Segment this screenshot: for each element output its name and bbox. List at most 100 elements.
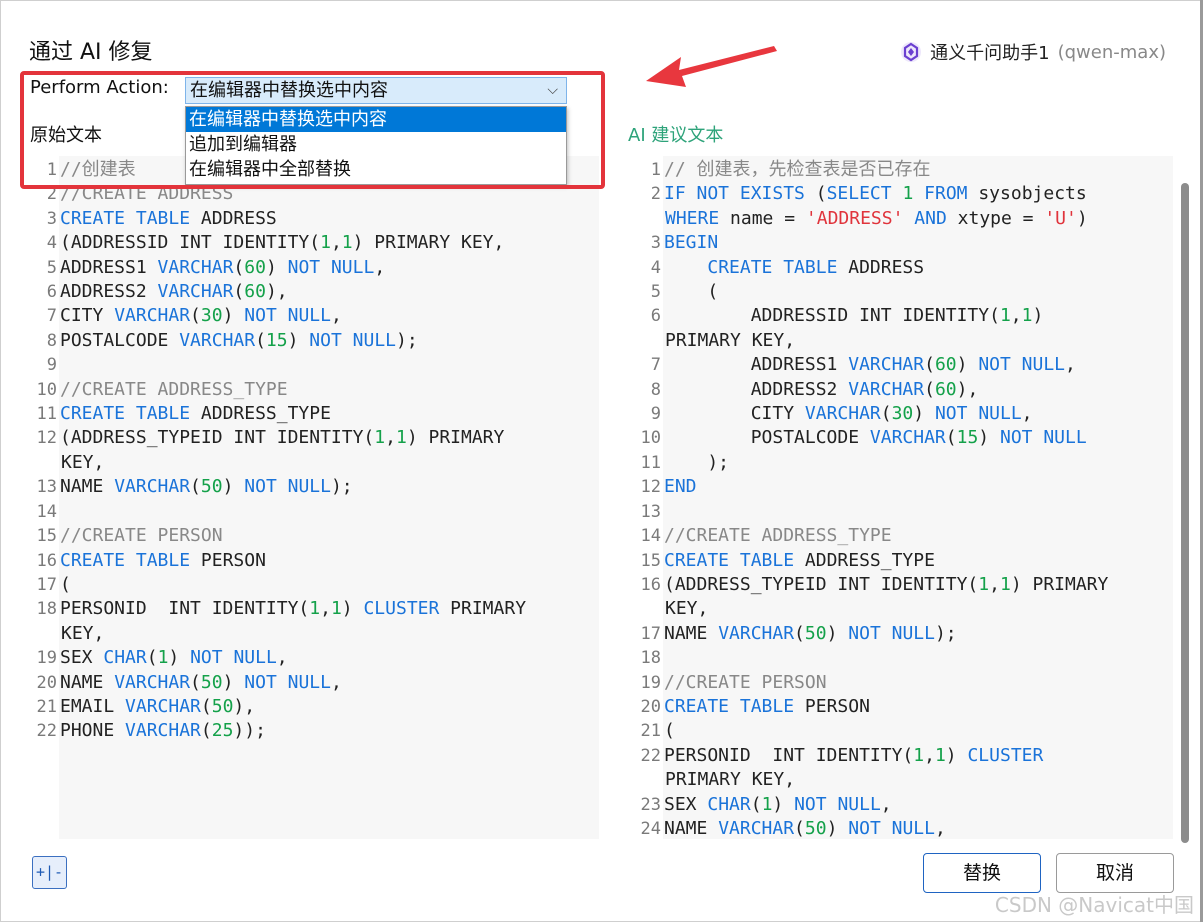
code-line: 17( [29, 573, 599, 597]
action-option-replace-selected[interactable]: 在编辑器中替换选中内容 [186, 107, 566, 132]
code-line: 13 [633, 500, 1173, 524]
line-number: 12 [36, 428, 57, 449]
code-text: ADDRESS2 VARCHAR(60), [60, 281, 288, 303]
line-number: 1 [46, 160, 57, 180]
code-text: ( [60, 573, 71, 595]
code-line: 12 (ADDRESS_TYPEID INT IDENTITY(1,1) PRIM… [29, 426, 599, 450]
code-text: //CREATE PERSON [664, 671, 827, 693]
code-text: ADDRESS1 VARCHAR(60) NOT NULL, [664, 354, 1076, 376]
code-text: POSTALCODE VARCHAR(15) NOT NULL [664, 427, 1087, 449]
code-line: 12 END [633, 475, 1173, 499]
code-text: ADDRESS1 VARCHAR(60) NOT NULL, [60, 256, 386, 278]
code-text: CITY VARCHAR(30) NOT NULL, [60, 305, 342, 327]
code-line: 10 POSTALCODE VARCHAR(15) NOT NULL [633, 426, 1173, 450]
replace-button[interactable]: 替换 [923, 853, 1041, 893]
chevron-down-icon[interactable]: ⌵ [547, 78, 558, 103]
code-lines: 1// 创建表，先检查表是否已存在 2 IF NOT EXISTS (SELECT … [633, 158, 1173, 839]
code-text: ADDRESS2 VARCHAR(60), [664, 378, 979, 400]
line-number: 8 [46, 330, 57, 351]
code-text: NAME VARCHAR(50) NOT NULL); [60, 476, 353, 498]
code-line: 4 (ADDRESSID INT IDENTITY(1,1) PRIMARY KE… [29, 231, 599, 255]
code-line: 18 [633, 646, 1173, 670]
code-line: KEY, [29, 622, 599, 646]
line-number: 16 [640, 574, 661, 595]
code-text: KEY, [665, 598, 709, 620]
code-lines: 1//创建表 2//CREATE ADDRESS 3 CREATE TABLE ADD… [29, 158, 599, 744]
code-line: KEY, [633, 597, 1173, 621]
code-line: 14 [29, 500, 599, 524]
ai-suggested-code-editor[interactable]: 1// 创建表，先检查表是否已存在 2 IF NOT EXISTS (SELECT … [633, 156, 1173, 839]
code-line: 1// 创建表，先检查表是否已存在 [633, 158, 1173, 182]
code-line: PRIMARY KEY, [633, 768, 1173, 792]
ai-fix-dialog: 通过 AI 修复 通义千问助手1 (qwen-max) Perform Acti… [0, 0, 1203, 922]
line-number: 24 [640, 818, 661, 839]
assistant-model: (qwen-max) [1057, 41, 1166, 63]
code-line: 9 CITY VARCHAR(30) NOT NULL, [633, 402, 1173, 426]
line-number: 6 [46, 282, 57, 303]
code-line: 19 SEX CHAR(1) NOT NULL, [29, 646, 599, 670]
perform-action-select[interactable]: 在编辑器中替换选中内容 ⌵ [185, 77, 567, 104]
code-text: PRIMARY KEY, [665, 769, 796, 791]
code-text: EMAIL VARCHAR(50), [60, 695, 256, 717]
line-number: 22 [36, 721, 57, 742]
code-line: 7 ADDRESS1 VARCHAR(60) NOT NULL, [633, 353, 1173, 377]
code-text: CREATE TABLE ADDRESS [707, 256, 925, 278]
action-option-append[interactable]: 追加到编辑器 [186, 132, 566, 157]
code-text: CREATE TABLE PERSON [60, 549, 266, 571]
perform-action-value: 在编辑器中替换选中内容 [190, 80, 388, 101]
code-line: 11 ); [633, 451, 1173, 475]
line-number: 1 [650, 160, 661, 180]
code-text: CITY VARCHAR(30) NOT NULL, [664, 403, 1033, 425]
code-text: PERSONID INT IDENTITY(1,1) CLUSTER [664, 744, 1044, 766]
assistant-selector[interactable]: 通义千问助手1 (qwen-max) [900, 39, 1166, 65]
line-number: 17 [640, 623, 661, 644]
vertical-scrollbar[interactable] [1181, 183, 1189, 843]
dialog-title: 通过 AI 修复 [29, 40, 153, 65]
line-number: 23 [640, 794, 661, 815]
line-number: 10 [36, 379, 57, 400]
original-code-editor[interactable]: 1//创建表 2//CREATE ADDRESS 3 CREATE TABLE ADD… [29, 156, 599, 839]
line-number: 15 [640, 550, 661, 571]
code-line: 21( [633, 719, 1173, 743]
line-number: 19 [640, 672, 661, 693]
line-number: 10 [640, 428, 661, 449]
action-option-replace-all[interactable]: 在编辑器中全部替换 [186, 157, 566, 182]
code-line: 3 BEGIN [633, 231, 1173, 255]
code-text: (ADDRESSID INT IDENTITY(1,1) PRIMARY KEY… [60, 232, 505, 254]
assistant-logo-icon [901, 42, 922, 62]
code-line: 19//CREATE PERSON [633, 671, 1173, 695]
toggle-diff-button[interactable]: +|- [32, 856, 67, 889]
code-line: 15//CREATE PERSON [29, 524, 599, 548]
code-text: ( [664, 720, 675, 742]
code-line: 23 SEX CHAR(1) NOT NULL, [633, 793, 1173, 817]
code-line: 7 CITY VARCHAR(30) NOT NULL, [29, 304, 599, 328]
code-line: 22 PHONE VARCHAR(25)); [29, 719, 599, 743]
code-line: 22 PERSONID INT IDENTITY(1,1) CLUSTER [633, 744, 1173, 768]
code-line: 14//CREATE ADDRESS_TYPE [633, 524, 1173, 548]
code-line: 16 (ADDRESS_TYPEID INT IDENTITY(1,1) PRIM… [633, 573, 1173, 597]
code-text: KEY, [61, 622, 105, 644]
code-line: 17 NAME VARCHAR(50) NOT NULL); [633, 622, 1173, 646]
line-number: 17 [36, 574, 57, 595]
code-line: 5 ( [633, 280, 1173, 304]
code-text: //CREATE ADDRESS_TYPE [664, 525, 892, 547]
code-text: CREATE TABLE ADDRESS_TYPE [664, 549, 935, 571]
line-number: 5 [650, 282, 661, 303]
code-line: 24 NAME VARCHAR(50) NOT NULL, [633, 817, 1173, 839]
line-number: 18 [640, 648, 661, 669]
code-line: 6 ADDRESSID INT IDENTITY(1,1) [633, 304, 1173, 328]
code-line: 11 CREATE TABLE ADDRESS_TYPE [29, 402, 599, 426]
code-text: PERSONID INT IDENTITY(1,1) CLUSTER PRIMA… [60, 598, 527, 620]
line-number: 9 [46, 355, 57, 376]
perform-action-dropdown: 在编辑器中替换选中内容 追加到编辑器 在编辑器中全部替换 [185, 106, 567, 185]
code-line: 4 CREATE TABLE ADDRESS [633, 256, 1173, 280]
cancel-button[interactable]: 取消 [1056, 853, 1174, 893]
code-text: //CREATE ADDRESS [60, 183, 234, 205]
code-line: 13 NAME VARCHAR(50) NOT NULL); [29, 475, 599, 499]
line-number: 2 [46, 184, 57, 205]
code-line: 20 CREATE TABLE PERSON [633, 695, 1173, 719]
code-line: 10//CREATE ADDRESS_TYPE [29, 378, 599, 402]
code-text: ( [664, 281, 719, 303]
line-number: 13 [36, 477, 57, 498]
